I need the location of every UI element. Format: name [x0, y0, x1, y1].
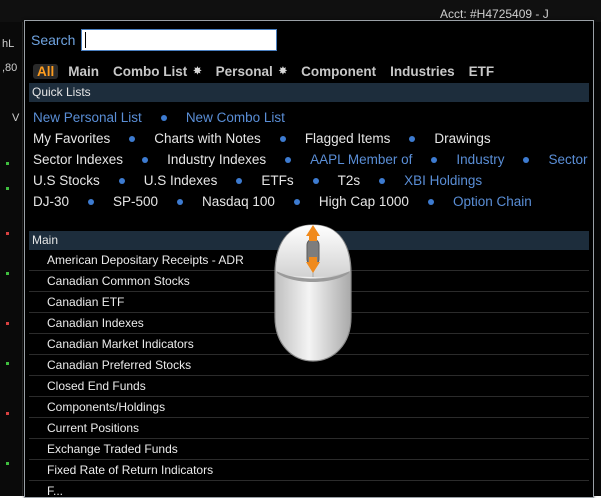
high-cap-1000-item[interactable]: High Cap 1000 — [319, 194, 409, 209]
tab-label: Combo List — [113, 63, 188, 79]
strip-label: hL — [2, 38, 15, 50]
new-combo-list-link[interactable]: New Combo List — [186, 110, 285, 125]
list-item[interactable]: Current Positions — [29, 418, 589, 439]
list-item[interactable]: Closed End Funds — [29, 376, 589, 397]
tab-label: Industries — [390, 63, 455, 79]
search-label: Search — [31, 32, 76, 48]
price-tick — [6, 187, 9, 190]
bullet-icon — [312, 177, 319, 184]
price-tick — [6, 272, 9, 275]
bullet-icon — [285, 156, 292, 163]
price-tick — [6, 412, 9, 415]
list-category-tabs: All Main Combo List ✸ Personal ✸ Component… — [33, 61, 508, 81]
quick-lists: New Personal List New Combo List My Favo… — [33, 107, 593, 212]
industry-indexes-item[interactable]: Industry Indexes — [167, 152, 266, 167]
quick-list-row: New Personal List New Combo List — [33, 107, 593, 128]
sector-link[interactable]: Sector — [548, 152, 587, 167]
bullet-icon — [118, 177, 125, 184]
us-indexes-item[interactable]: U.S Indexes — [144, 173, 218, 188]
strip-label: ,80 — [2, 62, 18, 74]
list-item[interactable]: F... — [29, 481, 589, 497]
account-title: Acct: #H4725409 - J — [440, 7, 549, 21]
price-tick — [6, 162, 9, 165]
sp-500-item[interactable]: SP-500 — [113, 194, 158, 209]
industry-link[interactable]: Industry — [456, 152, 504, 167]
price-tick — [6, 322, 9, 325]
bullet-icon — [379, 177, 386, 184]
bullet-icon — [236, 177, 243, 184]
star-icon: ✸ — [193, 65, 202, 77]
sector-indexes-item[interactable]: Sector Indexes — [33, 152, 123, 167]
background-left-strip: hL ,80 V — [0, 22, 23, 496]
drawings-item[interactable]: Drawings — [434, 131, 490, 146]
tab-label: Main — [68, 63, 100, 79]
bullet-icon — [431, 156, 438, 163]
strip-label: V — [12, 112, 20, 124]
xbi-holdings-link[interactable]: XBI Holdings — [404, 173, 482, 188]
bullet-icon — [88, 198, 95, 205]
search-row: Search — [31, 28, 278, 52]
price-tick — [6, 232, 9, 235]
quick-list-row: U.S Stocks U.S Indexes ETFs T2s XBI Hold… — [33, 170, 593, 191]
bullet-icon — [427, 198, 434, 205]
mouse-scroll-icon — [274, 224, 352, 362]
tab-label: Personal — [215, 63, 273, 79]
aapl-member-of-link[interactable]: AAPL Member of — [310, 152, 412, 167]
quick-lists-header: Quick Lists — [29, 83, 589, 102]
bullet-icon — [160, 114, 167, 121]
dj-30-item[interactable]: DJ-30 — [33, 194, 69, 209]
search-input[interactable] — [81, 29, 278, 51]
quick-list-row: DJ-30 SP-500 Nasdaq 100 High Cap 1000 Op… — [33, 191, 593, 212]
bullet-icon — [177, 198, 184, 205]
star-icon: ✸ — [278, 65, 288, 77]
bullet-icon — [279, 135, 286, 142]
tab-all[interactable]: All — [33, 63, 59, 79]
t2s-item[interactable]: T2s — [338, 173, 361, 188]
tab-label: Component — [301, 63, 377, 79]
price-tick — [6, 462, 9, 465]
tab-component[interactable]: Component — [301, 64, 376, 79]
list-item[interactable]: Fixed Rate of Return Indicators — [29, 460, 589, 481]
nasdaq-100-item[interactable]: Nasdaq 100 — [202, 194, 275, 209]
tab-label: All — [37, 63, 55, 79]
list-item[interactable]: Exchange Traded Funds — [29, 439, 589, 460]
bullet-icon — [523, 156, 530, 163]
bullet-icon — [409, 135, 416, 142]
us-stocks-item[interactable]: U.S Stocks — [33, 173, 100, 188]
background-title-bar: Acct: #H4725409 - J — [0, 0, 601, 22]
bullet-icon — [293, 198, 300, 205]
tab-personal[interactable]: Personal ✸ — [216, 64, 287, 79]
charts-with-notes-item[interactable]: Charts with Notes — [154, 131, 261, 146]
etfs-item[interactable]: ETFs — [261, 173, 293, 188]
list-item[interactable]: Components/Holdings — [29, 397, 589, 418]
tab-combo-list[interactable]: Combo List ✸ — [113, 64, 202, 79]
my-favorites-item[interactable]: My Favorites — [33, 131, 110, 146]
quick-list-row: Sector Indexes Industry Indexes AAPL Mem… — [33, 149, 593, 170]
text-cursor — [85, 32, 87, 48]
tab-etf[interactable]: ETF — [469, 64, 495, 79]
tab-label: ETF — [468, 63, 495, 79]
new-personal-list-link[interactable]: New Personal List — [33, 110, 142, 125]
flagged-items-item[interactable]: Flagged Items — [305, 131, 391, 146]
option-chain-link[interactable]: Option Chain — [453, 194, 532, 209]
quick-list-row: My Favorites Charts with Notes Flagged I… — [33, 128, 593, 149]
price-tick — [6, 362, 9, 365]
bullet-icon — [142, 156, 149, 163]
bullet-icon — [129, 135, 136, 142]
tab-industries[interactable]: Industries — [390, 64, 455, 79]
tab-main[interactable]: Main — [68, 64, 99, 79]
symbol-list-popup: Search All Main Combo List ✸ Personal ✸ Co… — [24, 20, 594, 498]
